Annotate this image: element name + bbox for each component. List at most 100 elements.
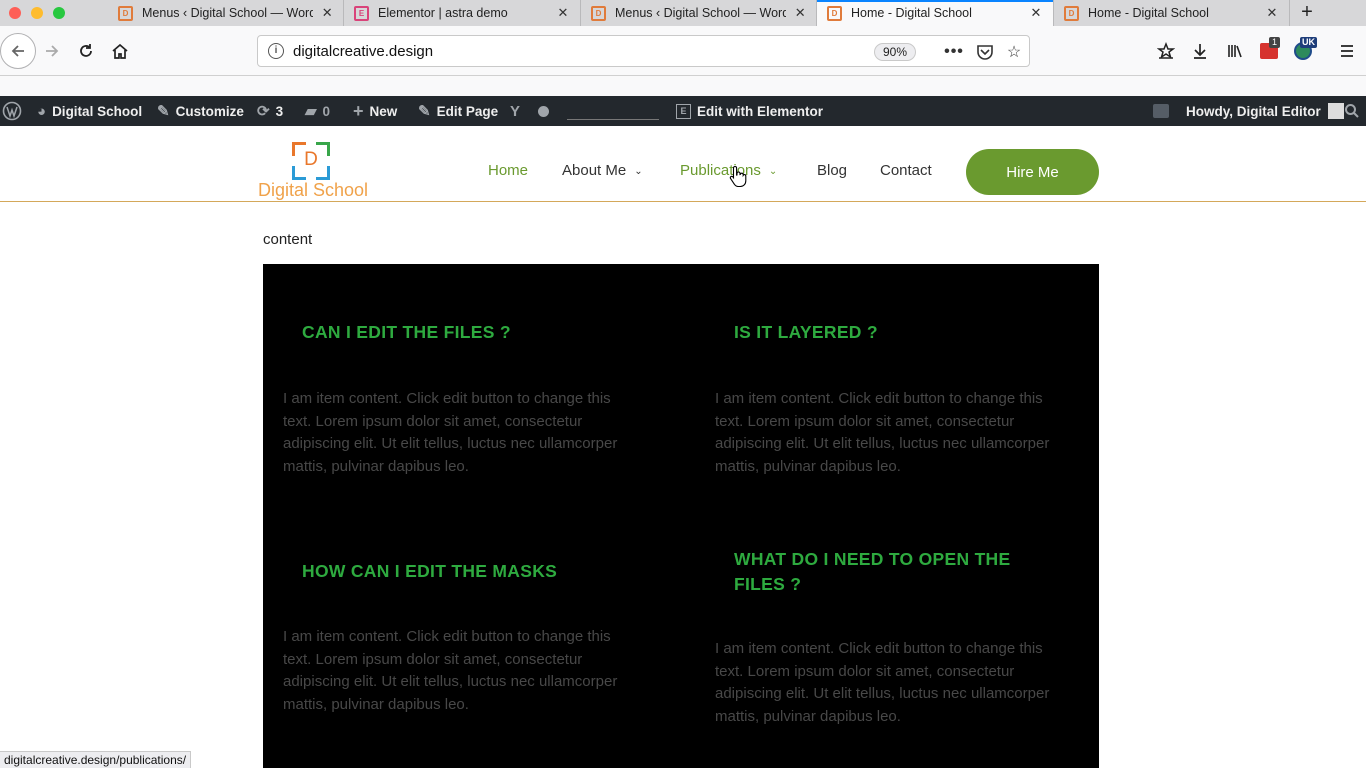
notifications-button[interactable] [1153, 96, 1169, 126]
updates-link[interactable]: ⟳ 3 [257, 96, 283, 126]
status-bar-url: digitalcreative.design/publications/ [0, 751, 192, 768]
close-tab-icon[interactable]: ✕ [1029, 5, 1043, 21]
paintbrush-icon: ✎ [157, 103, 170, 120]
menu-item-blog[interactable]: Blog [817, 162, 847, 179]
faq-section: CAN I EDIT THE FILES ? I am item content… [263, 264, 1099, 768]
close-tab-icon[interactable]: ✕ [1265, 5, 1279, 21]
tab-label: Menus ‹ Digital School — WordPress [615, 6, 787, 20]
url-text[interactable]: digitalcreative.design [293, 43, 433, 60]
hire-me-button[interactable]: Hire Me [966, 149, 1099, 195]
new-content-link[interactable]: + New [353, 96, 397, 126]
faq-body: I am item content. Click edit button to … [715, 640, 1050, 725]
faq-title: IS IT LAYERED ? [734, 322, 878, 342]
tab-home-2[interactable]: D Home - Digital School ✕ [1054, 0, 1290, 26]
arrow-right-icon [46, 45, 59, 57]
close-window-button[interactable] [9, 7, 21, 19]
menu-item-home[interactable]: Home [488, 162, 528, 179]
tab-label: Elementor | astra demo [378, 6, 508, 20]
zoom-level-badge[interactable]: 90% [874, 43, 917, 61]
back-button[interactable] [0, 33, 36, 69]
faq-body: I am item content. Click edit button to … [283, 390, 618, 475]
page-actions-icon[interactable]: ••• [943, 41, 965, 63]
seo-status-indicator[interactable] [538, 96, 549, 126]
library-button[interactable] [1218, 34, 1252, 68]
maximize-window-button[interactable] [53, 7, 65, 19]
site-favicon-icon: D [1064, 5, 1079, 21]
library-icon [1228, 45, 1242, 58]
home-button[interactable] [103, 34, 137, 68]
menu-about-label: About Me [562, 162, 627, 179]
close-tab-icon[interactable]: ✕ [794, 5, 806, 21]
faq-title: WHAT DO I NEED TO OPEN THE FILES ? [734, 549, 1011, 594]
menu-contact-label: Contact [880, 162, 932, 179]
chevron-down-icon: ⌄ [634, 166, 643, 177]
my-account-link[interactable]: Howdy, Digital Editor [1186, 96, 1344, 126]
reload-icon [80, 44, 92, 57]
toolbar-spacer [0, 76, 1366, 96]
wp-admin-bar: ◕ Digital School ✎ Customize ⟳ 3 ▰ 0 + N… [0, 96, 1366, 126]
site-name-label: Digital School [52, 103, 143, 119]
customize-link[interactable]: ✎ Customize [157, 96, 244, 126]
pocket-icon[interactable] [974, 41, 996, 63]
vpn-extension-button[interactable]: UK [1286, 34, 1320, 68]
reload-button[interactable] [69, 34, 103, 68]
edit-with-elementor-link[interactable]: E Edit with Elementor [676, 96, 823, 126]
comment-bubble-icon: ▰ [305, 103, 317, 120]
browser-window: D Menus ‹ Digital School — WordPress ✕ E… [0, 0, 1366, 768]
home-icon [112, 43, 128, 59]
address-bar[interactable]: i digitalcreative.design 90% ••• ☆ [257, 35, 1030, 67]
close-tab-icon[interactable]: ✕ [321, 5, 333, 21]
star-list-icon [1157, 42, 1175, 59]
wordpress-logo-button[interactable] [2, 96, 22, 126]
plus-icon: + [353, 100, 364, 121]
menu-item-contact[interactable]: Contact [880, 162, 932, 179]
faq-body: I am item content. Click edit button to … [283, 628, 618, 713]
downloads-button[interactable] [1183, 34, 1217, 68]
elementor-icon: E [676, 103, 691, 119]
edit-page-link[interactable]: ✎ Edit Page [418, 96, 498, 126]
tab-menus-1[interactable]: D Menus ‹ Digital School — WordPress ✕ [108, 0, 344, 26]
search-button[interactable] [1344, 96, 1360, 126]
seo-status-dot-icon [538, 105, 549, 117]
site-logo[interactable]: D Digital School [252, 140, 374, 200]
dashboard-icon: ◕ [37, 102, 47, 120]
site-favicon-icon: D [118, 5, 133, 21]
yoast-seo-button[interactable]: Y [510, 96, 520, 126]
adminbar-divider [567, 96, 659, 126]
new-tab-icon[interactable]: + [1296, 2, 1318, 24]
wordpress-logo-icon [2, 101, 22, 121]
active-tab-indicator [817, 0, 1053, 2]
region-badge: UK [1300, 37, 1317, 48]
menu-blog-label: Blog [817, 162, 848, 179]
divider-line [567, 118, 659, 120]
site-header: D Digital School Home About Me ⌄ Publicat… [0, 126, 1366, 202]
reading-list-button[interactable] [1149, 34, 1183, 68]
logo-letter: D [304, 149, 318, 170]
bookmark-star-icon[interactable]: ☆ [1003, 41, 1025, 63]
menu-button[interactable] [1330, 34, 1364, 68]
updates-icon: ⟳ [257, 103, 270, 120]
menu-item-about[interactable]: About Me ⌄ [562, 162, 643, 179]
menu-home-label: Home [488, 162, 529, 179]
close-tab-icon[interactable]: ✕ [556, 5, 570, 21]
site-name-link[interactable]: ◕ Digital School [37, 96, 142, 126]
extension-button[interactable]: 1 [1252, 34, 1286, 68]
elementor-favicon-icon: E [354, 5, 369, 21]
new-label: New [369, 103, 398, 119]
faq-title: HOW CAN I EDIT THE MASKS [302, 561, 558, 581]
pencil-icon: ✎ [418, 103, 431, 120]
comments-link[interactable]: ▰ 0 [305, 96, 330, 126]
site-info-icon[interactable]: i [268, 43, 284, 59]
hand-cursor-icon [729, 165, 747, 187]
forward-button[interactable] [35, 34, 69, 68]
howdy-label: Howdy, Digital Editor [1186, 103, 1321, 119]
content-label: content [263, 231, 313, 248]
logo-mark-icon: D [292, 142, 330, 180]
tab-menus-2[interactable]: D Menus ‹ Digital School — WordPress ✕ [581, 0, 817, 26]
notification-icon [1153, 104, 1169, 118]
minimize-window-button[interactable] [31, 7, 43, 19]
user-avatar [1327, 103, 1344, 119]
comments-count: 0 [322, 103, 331, 119]
tab-home-active[interactable]: D Home - Digital School ✕ [817, 0, 1054, 26]
tab-elementor[interactable]: E Elementor | astra demo ✕ [344, 0, 581, 26]
